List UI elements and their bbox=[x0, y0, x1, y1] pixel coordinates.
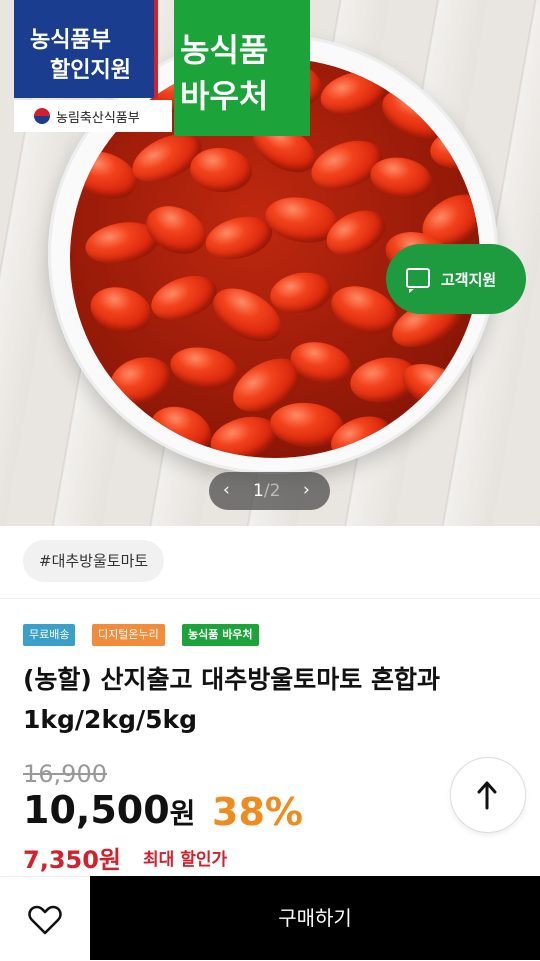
chevron-left-icon[interactable]: ‹ bbox=[223, 480, 230, 500]
scroll-top-button[interactable] bbox=[450, 757, 526, 833]
currency-unit: 원 bbox=[169, 797, 196, 830]
discount-rate: 38% bbox=[212, 790, 303, 834]
bottom-bar: 구매하기 bbox=[0, 876, 540, 961]
current-page: 1 bbox=[253, 481, 264, 501]
digital-onnuri-chip: 디지털온누리 bbox=[92, 624, 165, 646]
sale-price-value: 10,500 bbox=[23, 788, 170, 832]
divider bbox=[0, 598, 540, 599]
wishlist-button[interactable] bbox=[0, 876, 90, 961]
free-shipping-chip: 무료배송 bbox=[23, 624, 76, 646]
discount-support-badge: 농식품부 할인지원 bbox=[14, 0, 158, 98]
tomato-image bbox=[85, 280, 157, 340]
tomato-image bbox=[167, 342, 241, 394]
tomato-image bbox=[188, 145, 254, 195]
customer-support-label: 고객지원 bbox=[441, 271, 497, 289]
sale-price: 10,500원 bbox=[23, 788, 195, 832]
chat-icon bbox=[406, 268, 430, 293]
voucher-badge: 농식품 바우처 bbox=[174, 0, 310, 136]
ministry-name: 농림축산식품부 bbox=[56, 111, 140, 126]
badge-line-1: 농식품부 bbox=[30, 28, 111, 53]
chevron-right-icon[interactable]: › bbox=[303, 480, 310, 500]
tomato-image bbox=[266, 267, 336, 319]
max-discount-label: 최대 할인가 bbox=[143, 850, 228, 870]
ministry-label: 농림축산식품부 bbox=[14, 100, 172, 132]
page-counter: 1/2 bbox=[253, 481, 280, 501]
product-title: (농할) 산지출고 대추방울토마토 혼합과 1kg/2kg/5kg bbox=[23, 665, 440, 734]
max-discount-price: 7,350원 bbox=[23, 846, 121, 874]
voucher-chip: 농식품 바우처 bbox=[182, 624, 259, 646]
voucher-line-1: 농식품 bbox=[180, 31, 269, 69]
hashtag-chip[interactable]: #대추방울토마토 bbox=[23, 540, 165, 582]
tomato-image bbox=[138, 196, 214, 264]
voucher-line-2: 바우처 bbox=[180, 77, 269, 115]
customer-support-button[interactable]: 고객지원 bbox=[386, 244, 526, 314]
buy-button[interactable]: 구매하기 bbox=[90, 876, 540, 960]
heart-icon bbox=[28, 905, 62, 935]
product-image[interactable]: 농식품부 할인지원 농림축산식품부 농식품 바우처 고객지원 ‹ 1/2 › bbox=[0, 0, 540, 526]
arrow-up-icon bbox=[477, 781, 497, 810]
badge-line-2: 할인지원 bbox=[50, 58, 131, 83]
original-price: 16,900 bbox=[23, 760, 107, 788]
image-pager: ‹ 1/2 › bbox=[209, 472, 330, 510]
tomato-image bbox=[145, 267, 223, 329]
ministry-seal-icon bbox=[34, 108, 50, 124]
total-pages: 2 bbox=[269, 481, 281, 501]
